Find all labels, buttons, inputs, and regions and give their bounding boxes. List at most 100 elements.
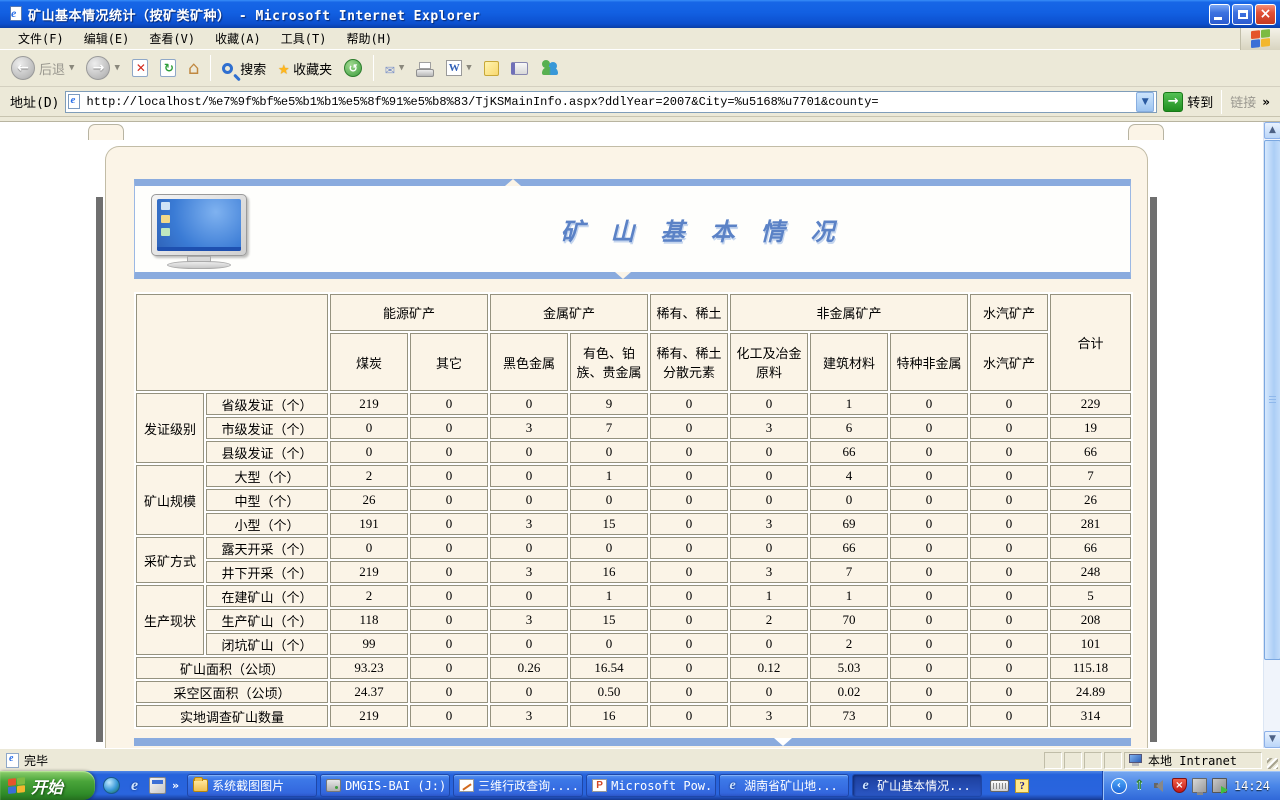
data-cell: 0 (890, 465, 968, 487)
tray-update-icon[interactable]: ⇑ (1132, 778, 1147, 793)
scroll-down-icon[interactable]: ▼ (1264, 731, 1280, 748)
search-button[interactable]: 搜索 (217, 52, 271, 84)
taskbar-task-button[interactable]: DMGIS-BAI (J:) (320, 774, 450, 797)
address-input[interactable]: e http://localhost/%e7%9f%bf%e5%b1%b1%e5… (65, 91, 1157, 113)
data-cell: 0 (410, 561, 488, 583)
row-label: 县级发证（个） (206, 441, 328, 463)
toolbar-separator (373, 55, 374, 81)
task-button-label: 湖南省矿山地... (744, 777, 838, 794)
menu-edit[interactable]: 编辑(E) (74, 28, 140, 49)
data-cell: 3 (490, 561, 568, 583)
taskbar-task-button[interactable]: e矿山基本情况... (852, 774, 982, 797)
keyboard-icon[interactable] (990, 780, 1009, 792)
data-cell: 69 (810, 513, 888, 535)
page-corner-tab-left (88, 124, 124, 140)
data-cell: 0 (730, 681, 808, 703)
data-cell: 0 (890, 417, 968, 439)
data-cell: 0.26 (490, 657, 568, 679)
menu-favorites[interactable]: 收藏(A) (205, 28, 271, 49)
data-cell: 19 (1050, 417, 1131, 439)
vertical-scrollbar[interactable]: ▲ ▼ (1263, 122, 1280, 748)
taskbar-task-button[interactable]: 系统截图图片 (187, 774, 317, 797)
ime-help-icon[interactable]: ? (1015, 779, 1029, 793)
data-cell: 0 (730, 465, 808, 487)
security-shield-icon[interactable]: × (1172, 778, 1187, 793)
refresh-button[interactable]: ↻ (155, 52, 181, 84)
column-sub-header: 其它 (410, 333, 488, 391)
history-button[interactable]: ↺ (339, 52, 367, 84)
mail-button[interactable]: ✉ ▼ (380, 52, 409, 84)
title-bar: e 矿山基本情况统计（按矿类矿种） - Microsoft Internet E… (0, 0, 1280, 28)
page-title: 矿 山 基 本 情 况 (135, 186, 1130, 272)
page-icon: e (68, 94, 82, 110)
page-corner-tab-right (1128, 124, 1164, 140)
messenger-button[interactable] (535, 52, 565, 84)
data-cell: 0 (890, 537, 968, 559)
menu-tools[interactable]: 工具(T) (271, 28, 337, 49)
data-cell: 0 (650, 609, 728, 631)
page-shadow-left (96, 197, 103, 742)
data-cell: 24.89 (1050, 681, 1131, 703)
status-pane (1044, 752, 1062, 769)
mail-dropdown-icon[interactable]: ▼ (399, 63, 404, 73)
taskbar-task-button[interactable]: 三维行政查询.... (453, 774, 583, 797)
data-cell: 24.37 (330, 681, 408, 703)
taskbar-task-button[interactable]: PMicrosoft Pow... (586, 774, 716, 797)
favorites-button[interactable]: ★ 收藏夹 (273, 52, 337, 84)
stop-button[interactable]: ✕ (127, 52, 153, 84)
minimize-button[interactable] (1209, 4, 1230, 25)
home-button[interactable]: ⌂ (183, 52, 204, 84)
close-button[interactable]: × (1255, 4, 1276, 25)
quick-launch-desktop-icon[interactable] (149, 777, 166, 794)
links-label[interactable]: 链接 (1224, 92, 1262, 111)
row-label: 闭坑矿山（个） (206, 633, 328, 655)
data-cell: 0 (970, 513, 1048, 535)
quick-launch-globe-icon[interactable] (103, 777, 120, 794)
taskbar-task-button[interactable]: e湖南省矿山地... (719, 774, 849, 797)
data-cell: 314 (1050, 705, 1131, 727)
scroll-up-icon[interactable]: ▲ (1264, 122, 1280, 139)
row-label: 生产矿山（个） (206, 609, 328, 631)
data-cell: 0 (730, 633, 808, 655)
status-pane (1084, 752, 1102, 769)
research-button[interactable] (506, 52, 533, 84)
volume-icon[interactable] (1152, 778, 1167, 793)
data-cell: 0 (970, 633, 1048, 655)
go-button[interactable]: → 转到 (1163, 92, 1213, 112)
print-button[interactable] (411, 52, 439, 84)
data-cell: 0.02 (810, 681, 888, 703)
links-chevron-icon[interactable]: » (1262, 95, 1270, 109)
quick-launch-chevron-icon[interactable]: » (172, 779, 179, 792)
back-button[interactable]: ← 后退 ▼ (6, 52, 79, 84)
menu-help[interactable]: 帮助(H) (336, 28, 402, 49)
tray-collapse-icon[interactable]: ‹ (1111, 778, 1127, 794)
task-button-area: 系统截图图片 DMGIS-BAI (J:)三维行政查询....PMicrosoft… (187, 774, 982, 797)
network-status-icon[interactable] (1212, 778, 1227, 793)
data-cell: 0 (330, 537, 408, 559)
data-cell: 219 (330, 705, 408, 727)
restore-button[interactable] (1232, 4, 1253, 25)
data-cell: 0 (890, 561, 968, 583)
edit-dropdown-icon[interactable]: ▼ (466, 63, 471, 73)
address-dropdown-icon[interactable]: ▼ (1136, 92, 1154, 112)
forward-dropdown-icon[interactable]: ▼ (114, 63, 119, 73)
data-cell: 0 (730, 393, 808, 415)
display-settings-icon[interactable] (1192, 778, 1207, 793)
notes-button[interactable] (479, 52, 504, 84)
scrollbar-thumb[interactable] (1264, 140, 1280, 660)
resize-grip[interactable] (1264, 749, 1280, 771)
start-button[interactable]: 开始 (0, 771, 95, 800)
forward-button[interactable]: → ▼ (81, 52, 124, 84)
data-cell: 6 (810, 417, 888, 439)
task-button-label: 系统截图图片 (212, 777, 284, 794)
menu-view[interactable]: 查看(V) (139, 28, 205, 49)
ie-icon: e (858, 779, 873, 792)
back-dropdown-icon[interactable]: ▼ (69, 63, 74, 73)
system-tray: ‹ ⇑ × 14:24 (1102, 771, 1280, 800)
quick-launch-ie-icon[interactable]: e (126, 777, 143, 794)
intranet-zone-text: 本地 Intranet (1148, 752, 1237, 769)
data-cell: 3 (490, 417, 568, 439)
edit-with-word-button[interactable]: W ▼ (441, 52, 476, 84)
menu-file[interactable]: 文件(F) (8, 28, 74, 49)
mine-statistics-table: 能源矿产金属矿产稀有、稀土非金属矿产水汽矿产合计煤炭其它黑色金属有色、铂族、贵金… (134, 292, 1133, 729)
